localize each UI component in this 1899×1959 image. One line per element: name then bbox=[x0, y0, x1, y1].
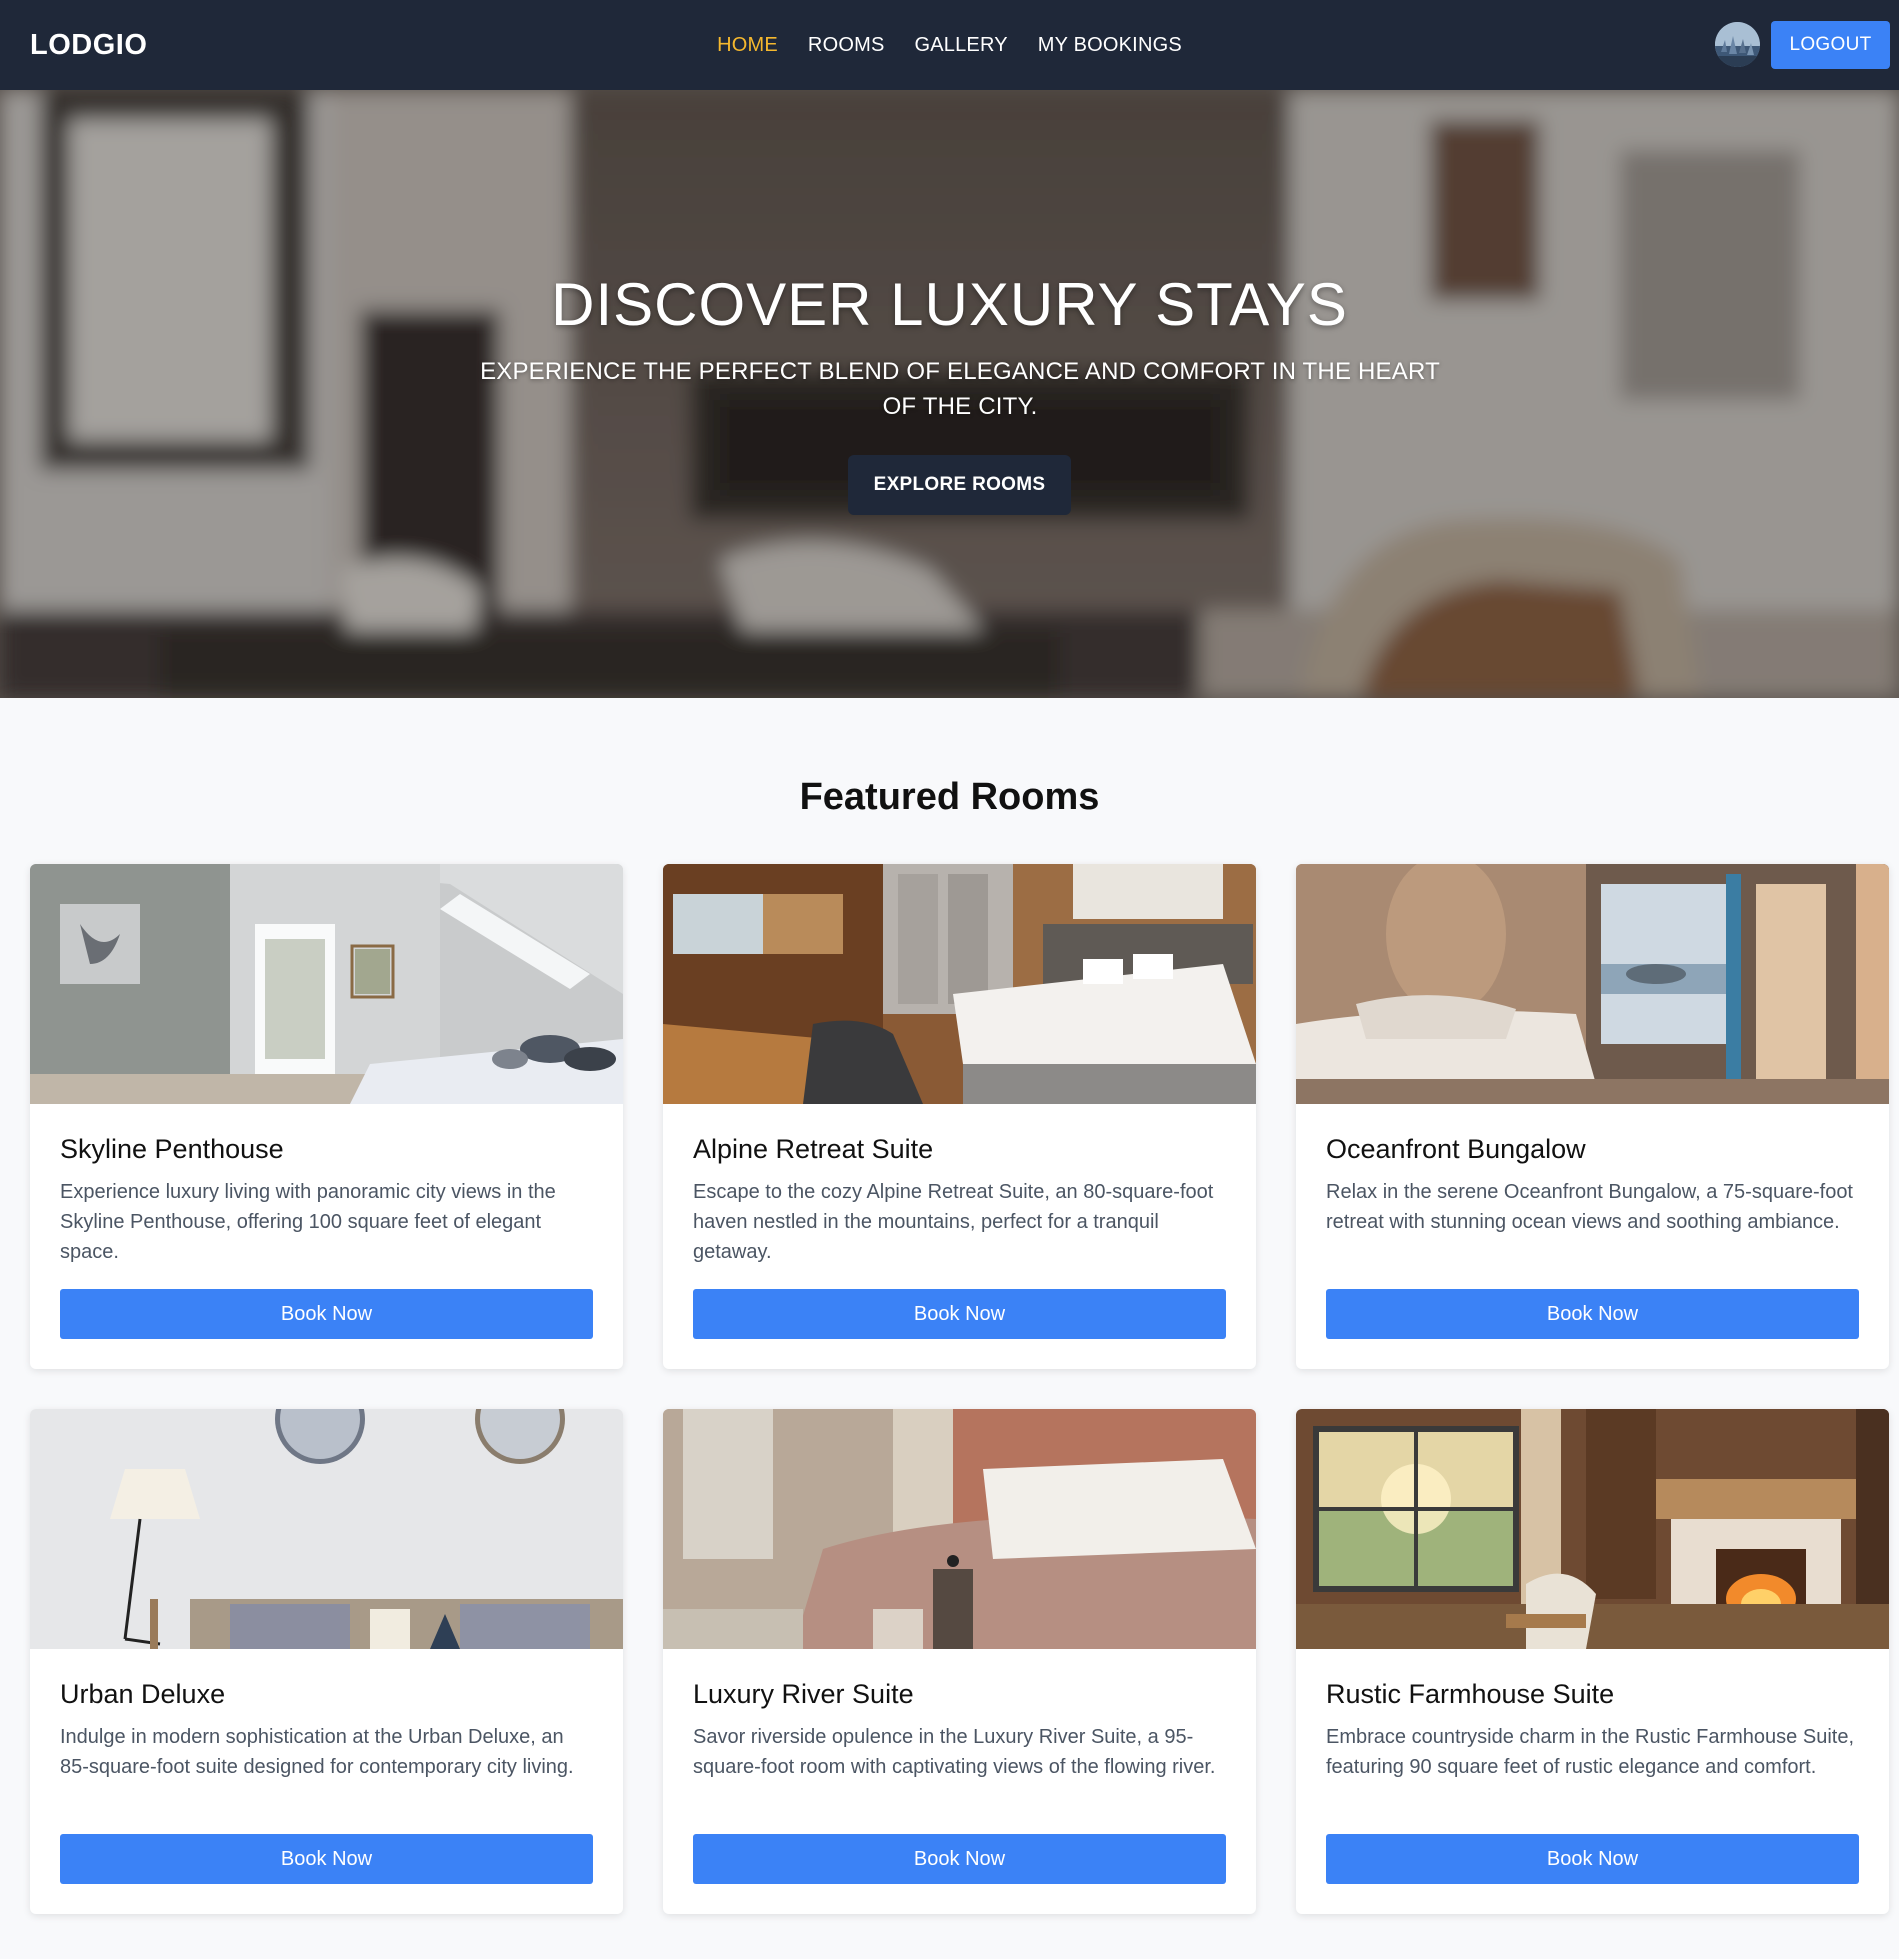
hero-section: DISCOVER LUXURY STAYS EXPERIENCE THE PER… bbox=[0, 90, 1899, 698]
hero-subtitle: EXPERIENCE THE PERFECT BLEND OF ELEGANCE… bbox=[480, 358, 1440, 420]
room-description: Embrace countryside charm in the Rustic … bbox=[1326, 1726, 1854, 1778]
room-card-luxury-river-suite: Luxury River Suite Savor riverside opule… bbox=[663, 1409, 1256, 1914]
room-image-rustic-farmhouse-suite bbox=[1296, 1409, 1889, 1649]
room-image-skyline-penthouse bbox=[30, 864, 623, 1104]
room-description: Indulge in modern sophistication at the … bbox=[60, 1726, 574, 1778]
room-card-rustic-farmhouse-suite: Rustic Farmhouse Suite Embrace countrysi… bbox=[1296, 1409, 1889, 1914]
room-image-luxury-river-suite bbox=[663, 1409, 1256, 1649]
room-name: Skyline Penthouse bbox=[60, 1134, 284, 1164]
explore-rooms-button[interactable]: EXPLORE ROOMS bbox=[848, 455, 1071, 515]
room-image-oceanfront-bungalow bbox=[1296, 864, 1889, 1104]
room-card-urban-deluxe: Urban Deluxe Indulge in modern sophistic… bbox=[30, 1409, 623, 1914]
hero-content: DISCOVER LUXURY STAYS EXPERIENCE THE PER… bbox=[0, 90, 1899, 698]
room-description: Relax in the serene Oceanfront Bungalow,… bbox=[1326, 1181, 1853, 1233]
card-body: Luxury River Suite Savor riverside opule… bbox=[693, 1679, 1226, 1812]
room-description: Savor riverside opulence in the Luxury R… bbox=[693, 1726, 1216, 1778]
room-name: Urban Deluxe bbox=[60, 1679, 226, 1709]
room-card-alpine-retreat-suite: Alpine Retreat Suite Escape to the cozy … bbox=[663, 864, 1256, 1369]
room-card-skyline-penthouse: Skyline Penthouse Experience luxury livi… bbox=[30, 864, 623, 1369]
room-image-urban-deluxe bbox=[30, 1409, 623, 1649]
room-name: Oceanfront Bungalow bbox=[1326, 1134, 1586, 1164]
book-now-button[interactable]: Book Now bbox=[1326, 1289, 1859, 1339]
nav-links: HOME ROOMS GALLERY MY BOOKINGS bbox=[0, 0, 1899, 90]
room-image-alpine-retreat-suite bbox=[663, 864, 1256, 1104]
room-name: Luxury River Suite bbox=[693, 1679, 914, 1709]
room-description: Escape to the cozy Alpine Retreat Suite,… bbox=[693, 1181, 1214, 1263]
card-body: Urban Deluxe Indulge in modern sophistic… bbox=[60, 1679, 593, 1812]
logout-button[interactable]: LOGOUT bbox=[1771, 21, 1890, 69]
card-body: Oceanfront Bungalow Relax in the serene … bbox=[1326, 1134, 1859, 1267]
book-now-button[interactable]: Book Now bbox=[693, 1289, 1226, 1339]
nav-link-home[interactable]: HOME bbox=[717, 34, 778, 57]
avatar-image bbox=[1715, 22, 1760, 67]
book-now-button[interactable]: Book Now bbox=[60, 1834, 593, 1884]
room-grid: Skyline Penthouse Experience luxury livi… bbox=[30, 864, 1890, 1914]
card-body: Skyline Penthouse Experience luxury livi… bbox=[60, 1134, 593, 1267]
card-body: Rustic Farmhouse Suite Embrace countrysi… bbox=[1326, 1679, 1859, 1812]
book-now-button[interactable]: Book Now bbox=[693, 1834, 1226, 1884]
room-name: Rustic Farmhouse Suite bbox=[1326, 1679, 1615, 1709]
featured-rooms-title: Featured Rooms bbox=[799, 776, 1100, 818]
book-now-button[interactable]: Book Now bbox=[1326, 1834, 1859, 1884]
user-avatar[interactable] bbox=[1715, 22, 1760, 67]
nav-link-my-bookings[interactable]: MY BOOKINGS bbox=[1038, 34, 1182, 57]
hero-title: DISCOVER LUXURY STAYS bbox=[551, 271, 1348, 338]
nav-link-gallery[interactable]: GALLERY bbox=[914, 34, 1007, 57]
room-card-oceanfront-bungalow: Oceanfront Bungalow Relax in the serene … bbox=[1296, 864, 1889, 1369]
room-name: Alpine Retreat Suite bbox=[693, 1134, 934, 1164]
navbar: LODGIO HOME ROOMS GALLERY MY BOOKINGS LO… bbox=[0, 0, 1899, 90]
nav-link-rooms[interactable]: ROOMS bbox=[808, 34, 885, 57]
room-description: Experience luxury living with panoramic … bbox=[60, 1181, 556, 1263]
book-now-button[interactable]: Book Now bbox=[60, 1289, 593, 1339]
card-body: Alpine Retreat Suite Escape to the cozy … bbox=[693, 1134, 1226, 1267]
